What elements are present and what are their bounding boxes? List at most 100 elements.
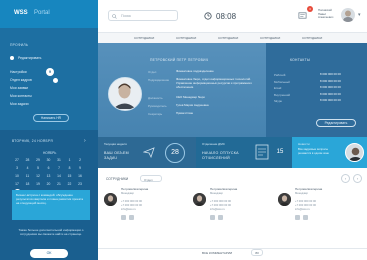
- calendar-day[interactable]: 5: [33, 165, 43, 172]
- sidebar-item-hr[interactable]: Отдел кадров: [10, 78, 32, 82]
- sidebar-item-tasks[interactable]: Мои задачи: [10, 102, 28, 106]
- employees-filter[interactable]: Отдел: [140, 175, 162, 182]
- employee-email[interactable]: info@wss.ru: [121, 208, 136, 212]
- calendar-day[interactable]: 9: [75, 165, 85, 172]
- calendar-day[interactable]: 3: [12, 165, 22, 172]
- calendar-day[interactable]: 20: [44, 181, 54, 188]
- tile-caption: Новости: [298, 142, 310, 146]
- calendar-day[interactable]: 17: [12, 181, 22, 188]
- calendar-day[interactable]: 15: [65, 173, 75, 180]
- calendar-day[interactable]: 8: [65, 165, 75, 172]
- contact-value[interactable]: 8 000 000 00 00: [320, 72, 341, 77]
- sidebar: WSS Portal ПРОФИЛЬ Редактировать Настрой…: [0, 0, 98, 260]
- vacation-tile[interactable]: Отделение ДМС НАЧАЛО ОТПУСКА ОТЧИСЛЕНИЙ …: [196, 137, 292, 168]
- calendar-day[interactable]: 29: [33, 157, 43, 164]
- sidebar-item-edit[interactable]: Редактировать: [18, 56, 41, 60]
- contact-value[interactable]: 8 000 000 00 00: [320, 85, 341, 90]
- calendar-day[interactable]: 28: [23, 157, 33, 164]
- info-icon: [53, 78, 58, 83]
- filter-value: Отдел: [144, 177, 153, 182]
- calendar-day[interactable]: 12: [33, 173, 43, 180]
- notification-badge: 3: [307, 6, 313, 12]
- employee-email[interactable]: info@wss.ru: [295, 208, 310, 212]
- news-tile[interactable]: Новости Все кадровые вопросы решаются в …: [292, 137, 367, 168]
- document-icon: [255, 144, 269, 160]
- calendar-day[interactable]: 31: [54, 157, 64, 164]
- brand-logo[interactable]: WSS: [14, 10, 28, 16]
- calendar-day[interactable]: 7: [54, 165, 64, 172]
- mail-icon[interactable]: [218, 215, 223, 220]
- next-button[interactable]: ›: [353, 174, 362, 183]
- calendar-day[interactable]: 6: [44, 165, 54, 172]
- calendar-day[interactable]: 2: [75, 157, 85, 164]
- tasks-tile[interactable]: Текущая неделя ВАШ ОБЪЕМ ЗАДАЧ 28: [98, 137, 196, 168]
- ok-button[interactable]: ОК: [30, 249, 68, 258]
- avatar-photo: [343, 10, 353, 22]
- mail-icon[interactable]: [129, 215, 134, 220]
- user-name[interactable]: Поповский Павел Алексеевич: [318, 8, 340, 20]
- sidebar-item-settings[interactable]: Настройки: [10, 70, 27, 74]
- calendar-day[interactable]: 10: [12, 173, 22, 180]
- avatar[interactable]: [341, 8, 355, 22]
- profile-field-value: Гусев Мария Андреевна: [176, 103, 209, 107]
- tile-counter: 15: [276, 149, 284, 155]
- employee-email[interactable]: info@wss.ru: [210, 208, 225, 212]
- contact-label: Рабочий: [274, 73, 286, 77]
- profile-name: ПЕТРОВСКИЙ ПЕТР ПЕТРОВИЧ: [150, 58, 209, 62]
- news-avatar: [345, 143, 364, 162]
- tab-4[interactable]: СОТРУДНИКИ: [260, 36, 280, 40]
- calendar-day[interactable]: 14: [54, 173, 64, 180]
- calendar-day[interactable]: 22: [65, 181, 75, 188]
- footer-text: Также больше дополнительной информации о…: [18, 228, 84, 237]
- calendar-day[interactable]: 13: [44, 173, 54, 180]
- employee-name: Петрова Екатерина: [121, 187, 149, 191]
- calendar-event-note[interactable]: Бизнес-встреча с командой: обсуждение ре…: [12, 190, 90, 220]
- employee-avatar: [193, 193, 206, 206]
- contact-value[interactable]: 8 000 000 00 00: [320, 92, 341, 97]
- employee-avatar: [278, 193, 291, 206]
- prev-button[interactable]: ‹: [341, 174, 350, 183]
- calendar-day[interactable]: 18: [23, 181, 33, 188]
- sidebar-footer: Также больше дополнительной информации о…: [0, 222, 98, 260]
- employee-role: Менеджер: [121, 192, 135, 195]
- tab-2[interactable]: СОТРУДНИКИ: [176, 36, 196, 40]
- tile-caption: Отделение ДМС: [202, 142, 225, 146]
- news-photo: [348, 147, 363, 161]
- messages-icon[interactable]: [298, 11, 307, 20]
- profile-field-label: Должность: [148, 96, 163, 100]
- profile-field-value: Финансовое бюро, отдел информационных те…: [176, 77, 253, 89]
- more-count[interactable]: 83: [251, 249, 263, 256]
- mail-icon[interactable]: [303, 215, 308, 220]
- calendar-day[interactable]: 19: [33, 181, 43, 188]
- sidebar-item-contacts[interactable]: Мои контакты: [10, 94, 32, 98]
- contact-value[interactable]: 8 000 000 00 00: [320, 79, 341, 84]
- employee-card[interactable]: Петрова Екатерина Менеджер +7 000 000 00 0…: [278, 185, 360, 241]
- calendar-day[interactable]: 11: [23, 173, 33, 180]
- search-input[interactable]: Поиск: [108, 10, 178, 21]
- phone-icon[interactable]: [121, 215, 126, 220]
- calendar-day[interactable]: 1: [65, 157, 75, 164]
- chevron-down-icon[interactable]: ▾: [358, 12, 361, 18]
- tab-5[interactable]: СОТРУДНИКИ: [302, 36, 322, 40]
- contacts-title: КОНТАКТЫ: [290, 58, 311, 62]
- sidebar-profile-section: ПРОФИЛЬ Редактировать Настройки 9 Отдел …: [0, 28, 98, 130]
- sidebar-item-requests[interactable]: Мои заявки: [10, 86, 28, 90]
- calendar-day[interactable]: 4: [23, 165, 33, 172]
- employee-card[interactable]: Петрова Екатерина Менеджер +7 000 000 00 0…: [104, 185, 186, 241]
- phone-icon[interactable]: [295, 215, 300, 220]
- edit-contacts-button[interactable]: Редактировать: [316, 119, 356, 127]
- calendar-day[interactable]: 16: [75, 173, 85, 180]
- write-hr-button[interactable]: Написать HR: [33, 114, 69, 122]
- calendar-day[interactable]: 23: [75, 181, 85, 188]
- calendar-day[interactable]: 27: [12, 157, 22, 164]
- calendar-day[interactable]: 21: [54, 181, 64, 188]
- calendar-day[interactable]: 30: [44, 157, 54, 164]
- calendar-title: ВТОРНИК, 24 НОЯБРЯ: [12, 139, 54, 143]
- tab-3[interactable]: СОТРУДНИКИ: [218, 36, 238, 40]
- contact-value[interactable]: 8 000 000 00 00: [320, 98, 341, 103]
- more-comments-label[interactable]: ВСЕ КОММЕНТАРИИ: [202, 251, 232, 255]
- phone-icon[interactable]: [210, 215, 215, 220]
- tab-1[interactable]: СОТРУДНИКИ: [134, 36, 154, 40]
- employee-card[interactable]: Петрова Екатерина Менеджер +7 000 000 00 0…: [193, 185, 275, 241]
- expand-icon[interactable]: ›: [84, 138, 86, 144]
